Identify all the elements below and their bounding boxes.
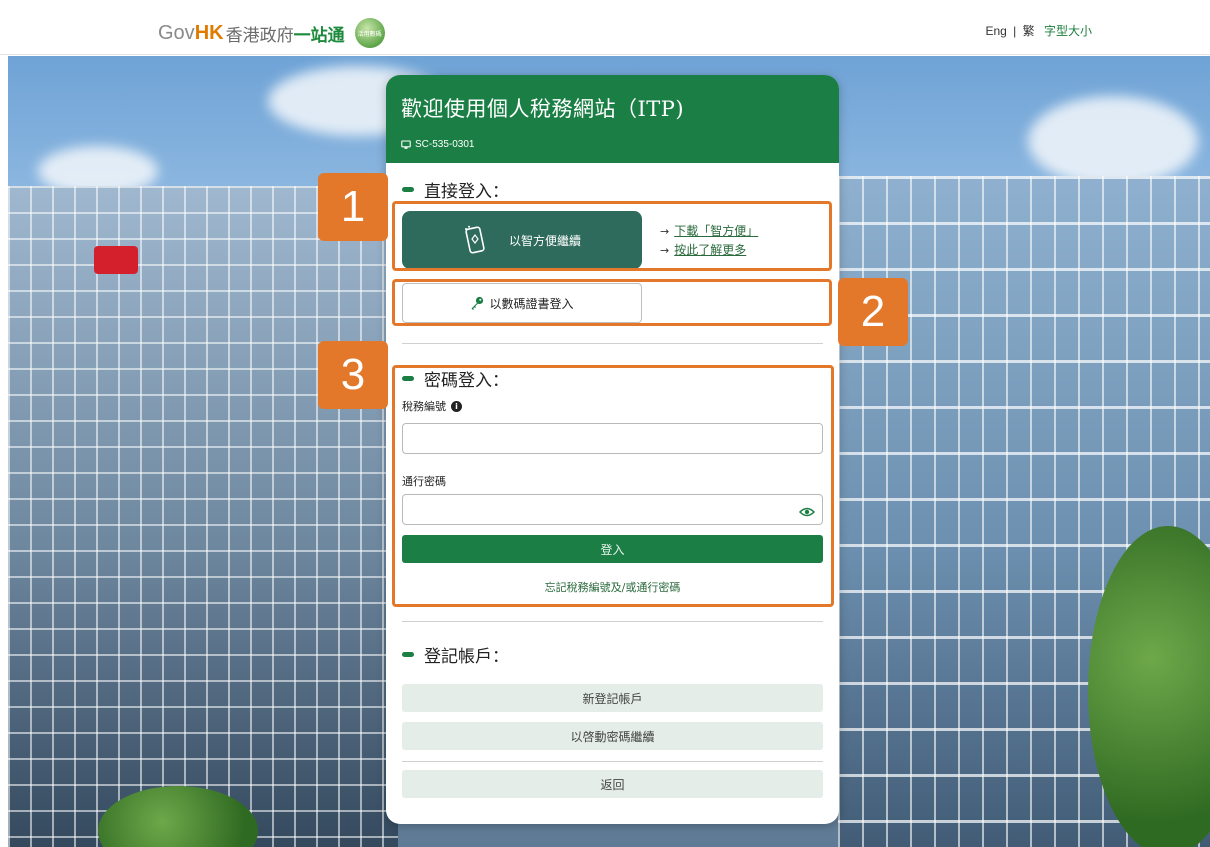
mobile-phone-icon bbox=[464, 225, 485, 254]
cloud bbox=[1028, 96, 1198, 186]
section-marker bbox=[402, 187, 414, 192]
annotation-badge-3: 3 bbox=[318, 341, 388, 409]
arrow-right-icon: → bbox=[660, 244, 670, 257]
key-icon bbox=[471, 296, 484, 310]
lang-separator: | bbox=[1013, 24, 1017, 38]
password-input[interactable] bbox=[402, 494, 823, 525]
login-panel: 歡迎使用個人稅務網站（ITP) SC-535-0301 直接登入： 以智方便繼續… bbox=[386, 75, 839, 824]
monitor-icon bbox=[401, 139, 411, 149]
building-left bbox=[8, 186, 398, 847]
page-title: 歡迎使用個人稅務網站（ITP) bbox=[401, 97, 685, 121]
section-marker bbox=[402, 652, 414, 657]
password-login-heading: 密碼登入： bbox=[402, 366, 509, 391]
annotation-badge-1: 1 bbox=[318, 173, 388, 241]
brand-onestop-text: 一站通 bbox=[293, 25, 345, 45]
lang-eng-link[interactable]: Eng bbox=[985, 24, 1006, 38]
divider bbox=[402, 343, 823, 344]
register-heading: 登記帳戶： bbox=[402, 642, 509, 667]
brand-gov-text: Gov bbox=[158, 21, 195, 44]
password-label: 通行密碼 bbox=[402, 473, 446, 489]
screen-code: SC-535-0301 bbox=[401, 139, 824, 150]
digital-badge-icon: 活用數碼 bbox=[354, 18, 385, 48]
section-marker bbox=[402, 376, 414, 381]
learn-more-link[interactable]: 按此了解更多 bbox=[674, 241, 746, 260]
building-logo bbox=[94, 246, 138, 274]
register-heading-text: 登記帳戶： bbox=[424, 647, 509, 667]
login-button[interactable]: 登入 bbox=[402, 535, 823, 563]
annotation-badge-2: 2 bbox=[838, 278, 908, 346]
arrow-right-icon: → bbox=[660, 225, 670, 238]
download-iamsmart-link[interactable]: 下載「智方便」 bbox=[674, 222, 758, 241]
digital-certificate-label: 以數碼證書登入 bbox=[489, 296, 574, 311]
iamsmart-links: → 下載「智方便」 → 按此了解更多 bbox=[660, 222, 758, 260]
iamsmart-button[interactable]: 以智方便繼續 bbox=[402, 211, 642, 269]
direct-login-heading: 直接登入： bbox=[402, 177, 509, 202]
forgot-credentials-link[interactable]: 忘記稅務編號及/或通行密碼 bbox=[402, 579, 823, 595]
direct-login-heading-text: 直接登入： bbox=[424, 182, 509, 202]
language-switcher: Eng | 繁 字型大小 bbox=[985, 22, 1092, 39]
brand-chinese-text: 香港政府 bbox=[225, 25, 294, 45]
lang-trad-chinese-link[interactable]: 繁 bbox=[1023, 24, 1035, 38]
screen-code-text: SC-535-0301 bbox=[415, 139, 475, 150]
tax-number-label-text: 稅務編號 bbox=[402, 400, 446, 413]
password-label-text: 通行密碼 bbox=[402, 475, 446, 488]
divider bbox=[402, 761, 823, 762]
govhk-logo[interactable]: Gov HK 香港政府 一站通 活用數碼 bbox=[158, 18, 385, 48]
iamsmart-button-label: 以智方便繼續 bbox=[508, 233, 581, 248]
tax-number-input[interactable] bbox=[402, 423, 823, 454]
font-size-link[interactable]: 字型大小 bbox=[1044, 24, 1092, 38]
top-bar: Gov HK 香港政府 一站通 活用數碼 Eng | 繁 字型大小 bbox=[0, 0, 1210, 55]
panel-header: 歡迎使用個人稅務網站（ITP) SC-535-0301 bbox=[386, 75, 839, 163]
tax-number-label: 稅務編號 i bbox=[402, 398, 462, 414]
back-button[interactable]: 返回 bbox=[402, 770, 823, 798]
new-account-button[interactable]: 新登記帳戶 bbox=[402, 684, 823, 712]
brand-hk-text: HK bbox=[194, 21, 224, 44]
divider bbox=[402, 621, 823, 622]
digital-certificate-login-button[interactable]: 以數碼證書登入 bbox=[402, 283, 642, 323]
password-login-heading-text: 密碼登入： bbox=[424, 371, 509, 391]
activation-password-button[interactable]: 以啓動密碼繼續 bbox=[402, 722, 823, 750]
info-icon[interactable]: i bbox=[451, 400, 462, 412]
eye-icon[interactable] bbox=[799, 506, 815, 518]
